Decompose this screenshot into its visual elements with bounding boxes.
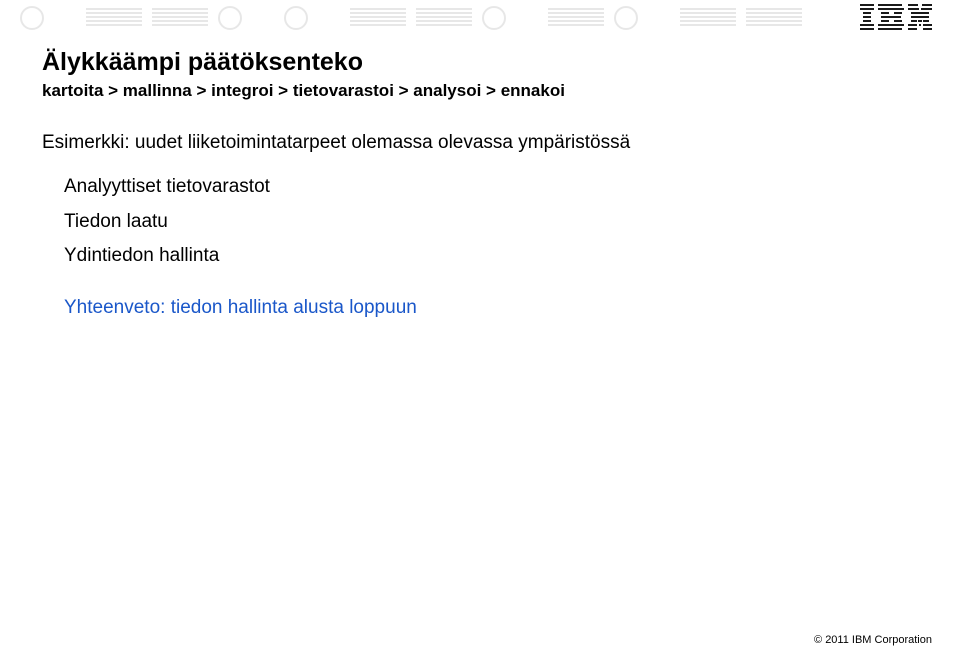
footer-copyright: © 2011 IBM Corporation	[814, 634, 932, 646]
logo-ibm-icon	[348, 4, 408, 32]
logo-seal-icon	[480, 4, 540, 32]
logo-seal-icon	[612, 4, 672, 32]
logo-seal-icon	[216, 4, 276, 32]
logo-ibm-icon	[546, 4, 606, 32]
body-sub-3: Ydintiedon hallinta	[64, 240, 918, 272]
body-line-1: Esimerkki: uudet liiketoimintatarpeet ol…	[42, 127, 918, 159]
body-sub-1: Analyyttiset tietovarastot	[64, 171, 918, 203]
logo-ibm-icon	[150, 4, 210, 32]
logo-ibm-icon	[84, 4, 144, 32]
logo-seal-icon	[282, 4, 342, 32]
ibm-logo-icon	[860, 4, 932, 32]
highlight-text: Yhteenveto: tiedon hallinta alusta loppu…	[64, 297, 417, 318]
slide-subtitle: kartoita > mallinna > integroi > tietova…	[42, 81, 918, 101]
logo-seal-icon	[18, 4, 78, 32]
body-indent-block: Analyyttiset tietovarastot Tiedon laatu …	[64, 171, 918, 272]
logo-ibm-icon	[744, 4, 804, 32]
logo-ibm-icon	[414, 4, 474, 32]
logo-strip-faded	[0, 0, 960, 36]
logo-ibm-icon	[678, 4, 738, 32]
slide: Älykkäämpi päätöksenteko kartoita > mall…	[0, 0, 960, 660]
content-area: Älykkäämpi päätöksenteko kartoita > mall…	[42, 48, 918, 324]
body-sub-2: Tiedon laatu	[64, 206, 918, 238]
body-text: Esimerkki: uudet liiketoimintatarpeet ol…	[42, 127, 918, 324]
slide-title: Älykkäämpi päätöksenteko	[42, 48, 918, 77]
highlight-row: Yhteenveto: tiedon hallinta alusta loppu…	[64, 292, 918, 324]
